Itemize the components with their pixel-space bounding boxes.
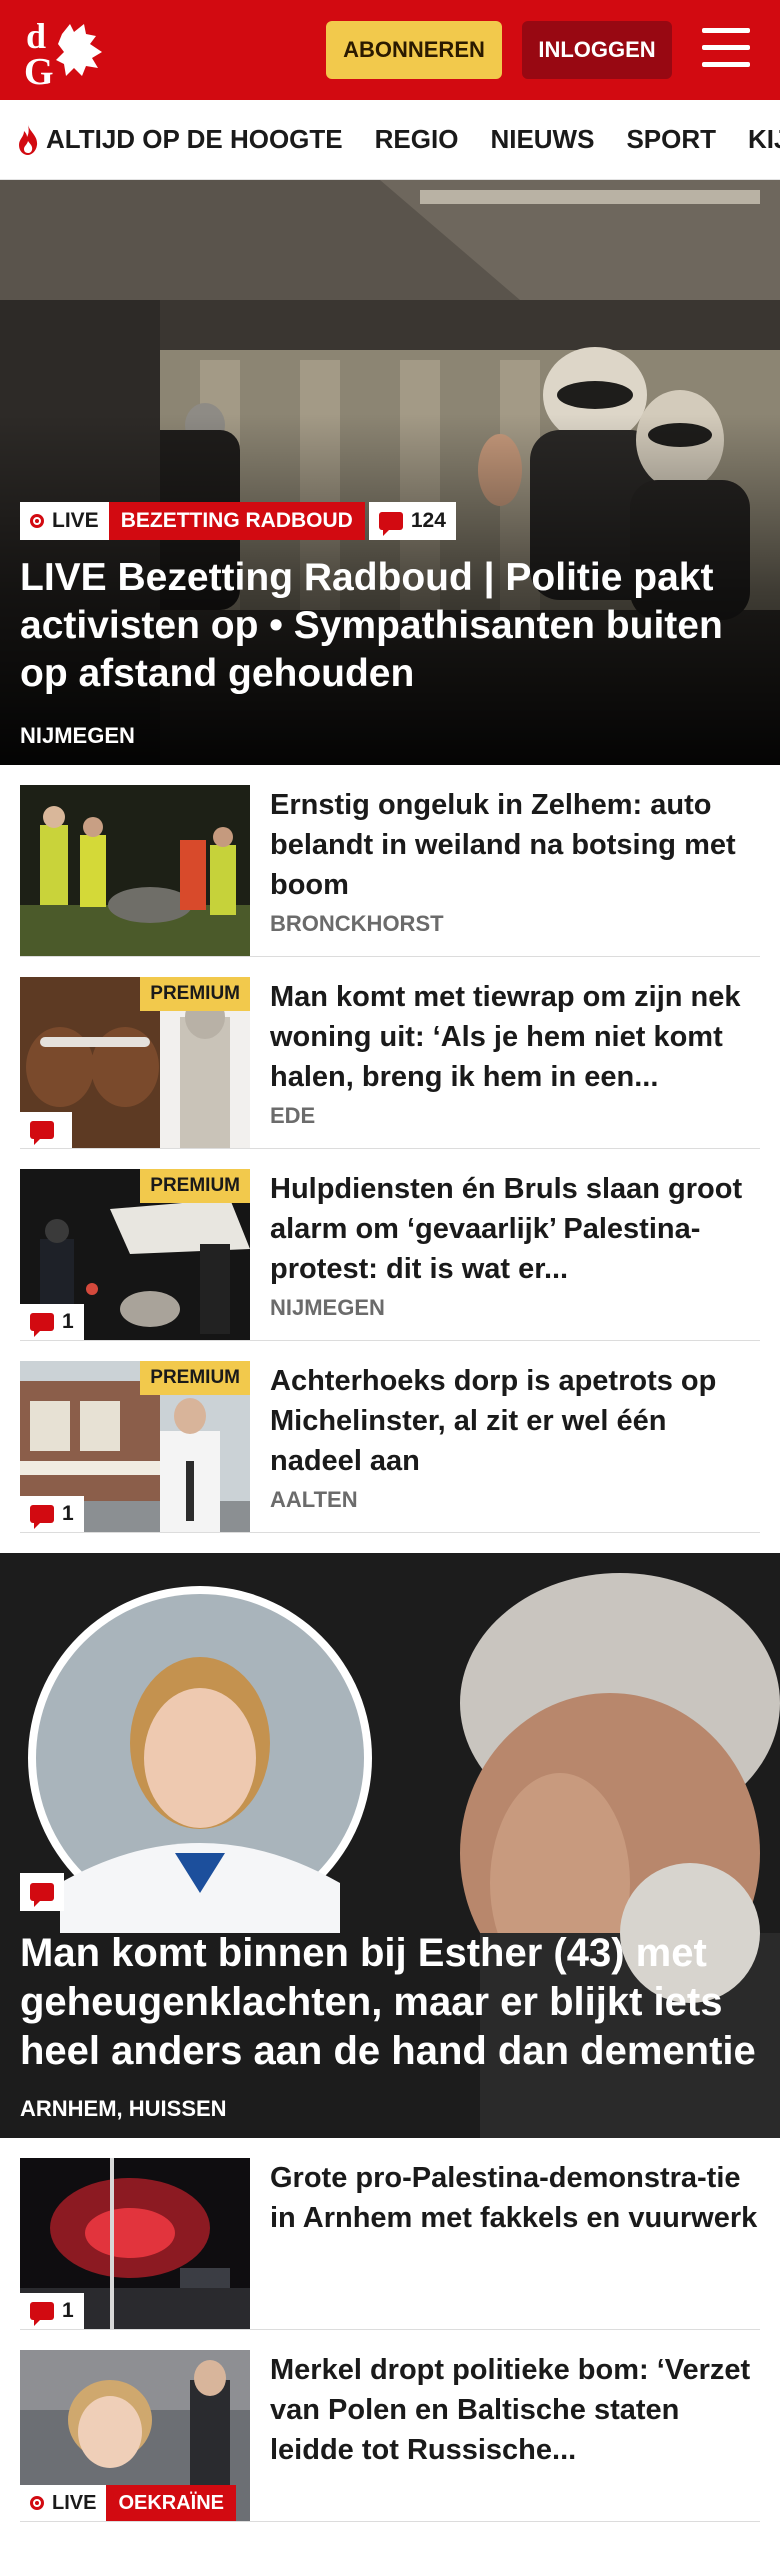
comment-count-value: 1 bbox=[62, 2299, 74, 2322]
subscribe-button[interactable]: ABONNEREN bbox=[326, 21, 502, 79]
list-item[interactable]: PREMIUM 1 Achterhoeks dorp is apetrots o… bbox=[20, 1341, 760, 1533]
live-badge: LIVE bbox=[20, 502, 109, 540]
premium-badge: PREMIUM bbox=[140, 1361, 250, 1395]
hamburger-menu-icon[interactable] bbox=[700, 26, 752, 70]
nav-item-kijk[interactable]: KIJK bbox=[748, 124, 780, 155]
hero-title[interactable]: LIVE Bezetting Radboud | Politie pakt ac… bbox=[20, 554, 762, 698]
list-item[interactable]: 1 Grote pro-Palestina-demonstra-tie in A… bbox=[20, 2138, 760, 2330]
article-title[interactable]: Ernstig ongeluk in Zelhem: auto belandt … bbox=[270, 785, 760, 905]
site-header: d G ABONNEREN INLOGGEN bbox=[0, 0, 780, 100]
login-button[interactable]: INLOGGEN bbox=[522, 21, 672, 79]
comment-count[interactable]: 124 bbox=[368, 502, 456, 540]
comment-icon bbox=[30, 2302, 54, 2326]
comment-count[interactable] bbox=[20, 1873, 64, 1911]
article-title[interactable]: Hulpdiensten én Bruls slaan groot alarm … bbox=[270, 1169, 760, 1289]
comment-icon bbox=[30, 1883, 54, 1907]
comment-count-value: 1 bbox=[62, 1502, 74, 1525]
list-item[interactable]: LIVE OEKRAÏNE Merkel dropt politieke bom… bbox=[20, 2330, 760, 2522]
nav-item-nieuws[interactable]: NIEUWS bbox=[490, 124, 594, 155]
live-dot-icon bbox=[30, 2496, 44, 2510]
live-tags: LIVE OEKRAÏNE bbox=[20, 2485, 237, 2521]
article-thumbnail: LIVE OEKRAÏNE bbox=[20, 2350, 250, 2521]
hero-tags: LIVE BEZETTING RADBOUD 124 bbox=[20, 502, 456, 540]
article-thumbnail: PREMIUM 1 bbox=[20, 1361, 250, 1532]
article-location: EDE bbox=[270, 1103, 316, 1128]
premium-badge: PREMIUM bbox=[140, 977, 250, 1011]
hero-article[interactable]: LIVE BEZETTING RADBOUD 124 LIVE Bezettin… bbox=[0, 180, 780, 765]
main-nav: ALTIJD OP DE HOOGTE REGIO NIEUWS SPORT K… bbox=[0, 100, 780, 180]
article-thumbnail: 1 bbox=[20, 2158, 250, 2329]
live-dot-icon bbox=[30, 514, 44, 528]
article-title[interactable]: Grote pro-Palestina-demonstra-tie in Arn… bbox=[270, 2158, 760, 2238]
article-title[interactable]: Achterhoeks dorp is apetrots op Michelin… bbox=[270, 1361, 760, 1481]
article-location: AALTEN bbox=[270, 1487, 358, 1512]
live-label: LIVE bbox=[52, 509, 99, 532]
article-thumbnail bbox=[20, 785, 250, 956]
nav-item-altijd-op-de-hoogte[interactable]: ALTIJD OP DE HOOGTE bbox=[16, 124, 343, 156]
flame-icon bbox=[19, 124, 38, 155]
comment-count[interactable]: 1 bbox=[20, 1496, 84, 1532]
list-item[interactable]: PREMIUM 1 Hulpdiensten én Bruls slaan gr… bbox=[20, 1149, 760, 1341]
comment-icon bbox=[30, 1121, 54, 1145]
svg-text:G: G bbox=[24, 51, 54, 90]
feature-location: ARNHEM, HUISSEN bbox=[20, 2096, 227, 2121]
comment-count-value: 1 bbox=[62, 1310, 74, 1333]
comment-icon bbox=[30, 1313, 54, 1337]
comment-count-value: 124 bbox=[410, 509, 446, 532]
comment-count[interactable]: 1 bbox=[20, 1304, 84, 1340]
comment-count[interactable]: 1 bbox=[20, 2293, 84, 2329]
comment-count[interactable] bbox=[20, 1112, 72, 1148]
article-title[interactable]: Merkel dropt politieke bom: ‘Verzet van … bbox=[270, 2350, 760, 2470]
article-list: 1 Grote pro-Palestina-demonstra-tie in A… bbox=[0, 2138, 780, 2522]
feature-article[interactable]: Man komt binnen bij Esther (43) met gehe… bbox=[0, 1553, 780, 2138]
list-item[interactable]: PREMIUM Man komt met tiewrap om zijn nek… bbox=[20, 957, 760, 1149]
svg-text:d: d bbox=[26, 16, 46, 56]
logo[interactable]: d G bbox=[22, 12, 114, 93]
hero-location: NIJMEGEN bbox=[20, 723, 135, 748]
live-label: LIVE bbox=[52, 2491, 97, 2514]
nav-item-regio[interactable]: REGIO bbox=[375, 124, 459, 155]
comment-icon bbox=[30, 1505, 54, 1529]
topic-badge[interactable]: BEZETTING RADBOUD bbox=[108, 502, 365, 540]
live-badge: LIVE bbox=[20, 2485, 107, 2521]
topic-badge[interactable]: OEKRAÏNE bbox=[106, 2485, 237, 2521]
article-title[interactable]: Man komt met tiewrap om zijn nek woning … bbox=[270, 977, 760, 1097]
article-thumbnail: PREMIUM 1 bbox=[20, 1169, 250, 1340]
article-thumbnail: PREMIUM bbox=[20, 977, 250, 1148]
feature-title[interactable]: Man komt binnen bij Esther (43) met gehe… bbox=[20, 1929, 762, 2076]
nav-label: ALTIJD OP DE HOOGTE bbox=[46, 124, 343, 154]
article-list: Ernstig ongeluk in Zelhem: auto belandt … bbox=[0, 765, 780, 1533]
nav-item-sport[interactable]: SPORT bbox=[626, 124, 716, 155]
article-location: NIJMEGEN bbox=[270, 1295, 385, 1320]
comment-icon bbox=[378, 512, 403, 536]
article-location: BRONCKHORST bbox=[270, 911, 444, 936]
list-item[interactable]: Ernstig ongeluk in Zelhem: auto belandt … bbox=[20, 765, 760, 957]
premium-badge: PREMIUM bbox=[140, 1169, 250, 1203]
